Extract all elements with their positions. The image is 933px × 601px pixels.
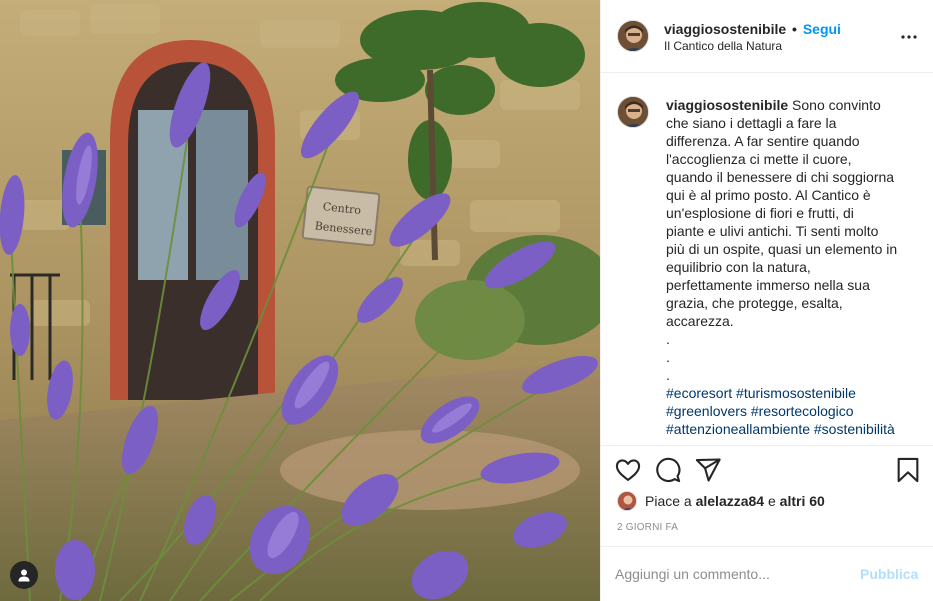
caption-line: differenza. A far sentire quando bbox=[666, 133, 860, 149]
likes-others-link[interactable]: altri 60 bbox=[780, 493, 825, 509]
hashtag-line: #attenzioneallambiente #sostenibilità bbox=[666, 420, 916, 438]
caption-area: viaggiosostenibile Sono convinto che sia… bbox=[601, 74, 933, 446]
post-header: viaggiosostenibile • Segui Il Cantico de… bbox=[601, 0, 933, 73]
hashtag-link[interactable]: #ecoresort bbox=[666, 385, 732, 401]
hashtag-line: #greenlovers #resortecologico bbox=[666, 402, 916, 420]
bookmark-icon bbox=[897, 457, 919, 483]
username-link[interactable]: viaggiosostenibile bbox=[664, 21, 786, 37]
caption-line: . bbox=[666, 367, 670, 383]
action-bar bbox=[601, 452, 933, 488]
comment-box: Pubblica bbox=[601, 546, 933, 601]
comment-icon bbox=[656, 457, 681, 483]
caption-line: un'esplosione di fiori e frutti, di bbox=[666, 205, 854, 221]
separator-dot: • bbox=[792, 21, 797, 37]
caption-line: più di un ospite, quasi un elemento in bbox=[666, 241, 898, 257]
post-panel: viaggiosostenibile • Segui Il Cantico de… bbox=[600, 0, 933, 601]
liker-avatar[interactable] bbox=[617, 491, 637, 511]
hashtag-link[interactable]: #greenlovers bbox=[666, 403, 747, 419]
follow-button[interactable]: Segui bbox=[803, 21, 841, 37]
caption-line: equilibrio con la natura, bbox=[666, 259, 811, 275]
caption-line: che siano i dettagli a fare la bbox=[666, 115, 837, 131]
post-photo[interactable]: Centro Benessere bbox=[0, 0, 600, 601]
avatar[interactable] bbox=[617, 20, 649, 52]
hashtag-line: #ecoresort #turismosostenibile bbox=[666, 384, 916, 402]
likes-middle: e bbox=[767, 493, 776, 509]
caption-line: qui è al primo posto. Al Cantico è bbox=[666, 187, 871, 203]
caption-line: perfettamente immerso nella sua bbox=[666, 277, 870, 293]
share-button[interactable] bbox=[694, 456, 722, 484]
hashtag-link[interactable]: #resortecologico bbox=[751, 403, 854, 419]
user-tag-icon bbox=[18, 569, 30, 582]
caption-username-link[interactable]: viaggiosostenibile bbox=[666, 97, 788, 113]
header-username-line: viaggiosostenibile • Segui bbox=[664, 21, 841, 37]
caption-line: Sono convinto bbox=[792, 97, 881, 113]
hashtag-link[interactable]: #attenzioneallambiente bbox=[666, 421, 810, 437]
publish-button[interactable]: Pubblica bbox=[860, 566, 918, 582]
save-button[interactable] bbox=[894, 456, 922, 484]
caption-line: accarezza. bbox=[666, 313, 734, 329]
caption-line: l'accoglienza ci mette il cuore, bbox=[666, 151, 852, 167]
more-icon bbox=[901, 35, 917, 39]
photo-illustration: Centro Benessere bbox=[0, 0, 600, 601]
caption-first-line: viaggiosostenibile Sono convinto bbox=[666, 96, 916, 114]
caption-line: . bbox=[666, 331, 670, 347]
heart-icon bbox=[615, 459, 641, 481]
hashtag-link[interactable]: #sostenibilità bbox=[814, 421, 895, 437]
liker-username-link[interactable]: alelazza84 bbox=[696, 493, 765, 509]
more-options-button[interactable] bbox=[897, 27, 921, 47]
user-tag-button[interactable] bbox=[10, 561, 38, 589]
comment-input[interactable] bbox=[615, 563, 845, 585]
like-button[interactable] bbox=[614, 456, 642, 484]
likes-prefix: Piace a bbox=[645, 493, 692, 509]
comment-button[interactable] bbox=[654, 456, 682, 484]
caption-line: piante e ulivi antichi. Ti senti molto bbox=[666, 223, 879, 239]
caption-avatar[interactable] bbox=[617, 96, 649, 128]
likes-summary: Piace a alelazza84 e altri 60 bbox=[617, 490, 825, 512]
caption-line: . bbox=[666, 349, 670, 365]
share-icon bbox=[695, 458, 721, 482]
caption-line: grazia, che protegge, esalta, bbox=[666, 295, 843, 311]
hashtag-link[interactable]: #turismosostenibile bbox=[736, 385, 856, 401]
location-link[interactable]: Il Cantico della Natura bbox=[664, 39, 782, 53]
caption-text: viaggiosostenibile Sono convinto che sia… bbox=[666, 96, 916, 438]
caption-line: quando il benessere di chi soggiorna bbox=[666, 169, 895, 185]
post-timestamp[interactable]: 2 GIORNI FA bbox=[617, 522, 678, 533]
